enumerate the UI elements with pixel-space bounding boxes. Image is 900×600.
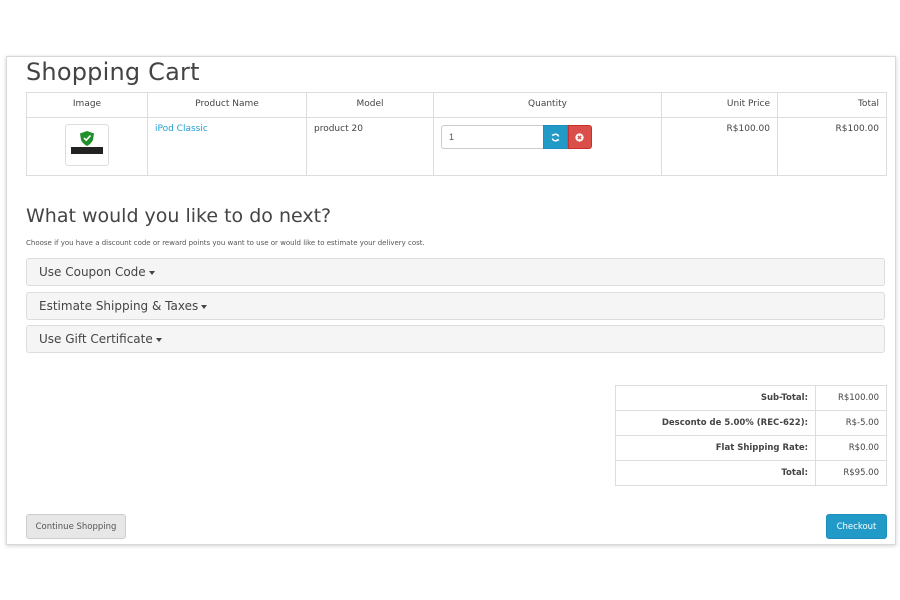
cell-total: R$100.00 xyxy=(777,117,887,176)
page-title: Shopping Cart xyxy=(26,58,200,86)
next-steps-title: What would you like to do next? xyxy=(26,205,332,227)
totals-value: R$-5.00 xyxy=(815,410,887,436)
caret-down-icon xyxy=(155,337,162,342)
totals-label: Total: xyxy=(615,460,816,486)
totals-row: Desconto de 5.00% (REC-622): R$-5.00 xyxy=(615,410,887,436)
totals-row: Total: R$95.00 xyxy=(615,460,887,486)
cell-quantity xyxy=(433,117,662,176)
caret-down-icon xyxy=(201,304,208,309)
header-unit-price: Unit Price xyxy=(661,92,778,118)
gift-panel-toggle[interactable]: Use Gift Certificate xyxy=(26,325,885,353)
table-row: iPod Classic product 20 1 R$100.00 R$100… xyxy=(26,117,887,176)
totals-row: Sub-Total: R$100.00 xyxy=(615,385,887,411)
totals-value: R$95.00 xyxy=(815,460,887,486)
header-total: Total xyxy=(777,92,887,118)
cell-model: product 20 xyxy=(306,117,434,176)
coupon-panel-toggle[interactable]: Use Coupon Code xyxy=(26,258,885,286)
cart-header-row: Image Product Name Model Quantity Unit P… xyxy=(26,92,887,118)
shield-icon xyxy=(80,131,94,146)
coupon-panel-label: Use Coupon Code xyxy=(39,265,146,279)
next-steps-description: Choose if you have a discount code or re… xyxy=(26,239,425,247)
product-thumbnail[interactable] xyxy=(65,124,109,166)
totals-value: R$0.00 xyxy=(815,435,887,461)
header-model: Model xyxy=(306,92,434,118)
remove-icon xyxy=(575,132,584,142)
cell-product-name: iPod Classic xyxy=(147,117,307,176)
shipping-panel-label: Estimate Shipping & Taxes xyxy=(39,299,199,313)
totals-row: Flat Shipping Rate: R$0.00 xyxy=(615,435,887,461)
header-quantity: Quantity xyxy=(433,92,662,118)
cell-image xyxy=(26,117,148,176)
caret-down-icon xyxy=(148,270,155,275)
gift-panel-label: Use Gift Certificate xyxy=(39,332,153,346)
badge-label-bar xyxy=(71,147,103,154)
checkout-button[interactable]: Checkout xyxy=(826,514,887,539)
continue-shopping-button[interactable]: Continue Shopping xyxy=(26,514,126,539)
totals-label: Desconto de 5.00% (REC-622): xyxy=(615,410,816,436)
refresh-icon xyxy=(551,133,560,141)
header-image: Image xyxy=(26,92,148,118)
cart-table: Image Product Name Model Quantity Unit P… xyxy=(26,92,887,176)
totals-table: Sub-Total: R$100.00 Desconto de 5.00% (R… xyxy=(615,385,887,486)
quantity-input[interactable] xyxy=(441,125,543,149)
remove-button[interactable] xyxy=(567,125,592,149)
product-link[interactable]: iPod Classic xyxy=(155,124,208,134)
cell-unit-price: R$100.00 xyxy=(661,117,778,176)
quantity-group xyxy=(441,125,592,149)
totals-label: Sub-Total: xyxy=(615,385,816,411)
shipping-panel-toggle[interactable]: Estimate Shipping & Taxes xyxy=(26,292,885,320)
update-button[interactable] xyxy=(543,125,568,149)
header-product-name: Product Name xyxy=(147,92,307,118)
totals-value: R$100.00 xyxy=(815,385,887,411)
totals-label: Flat Shipping Rate: xyxy=(615,435,816,461)
